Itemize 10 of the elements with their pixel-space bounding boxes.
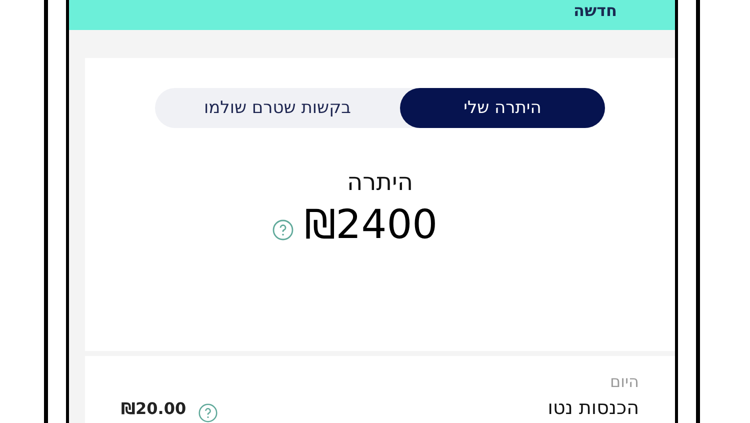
- period-label: היום: [608, 372, 639, 391]
- tab[interactable]: היתרה שלי: [400, 88, 605, 128]
- help-icon[interactable]: [198, 403, 218, 423]
- income-label: הכנסות נטו: [548, 397, 639, 419]
- income-value: ₪20.00: [121, 398, 186, 418]
- header-title: חדשה: [573, 0, 617, 20]
- help-icon[interactable]: [272, 218, 294, 241]
- balance-amount: ₪2400: [304, 202, 438, 248]
- balance-label: היתרה: [346, 168, 414, 196]
- tab[interactable]: בקשות שטרם שולמו: [155, 88, 400, 128]
